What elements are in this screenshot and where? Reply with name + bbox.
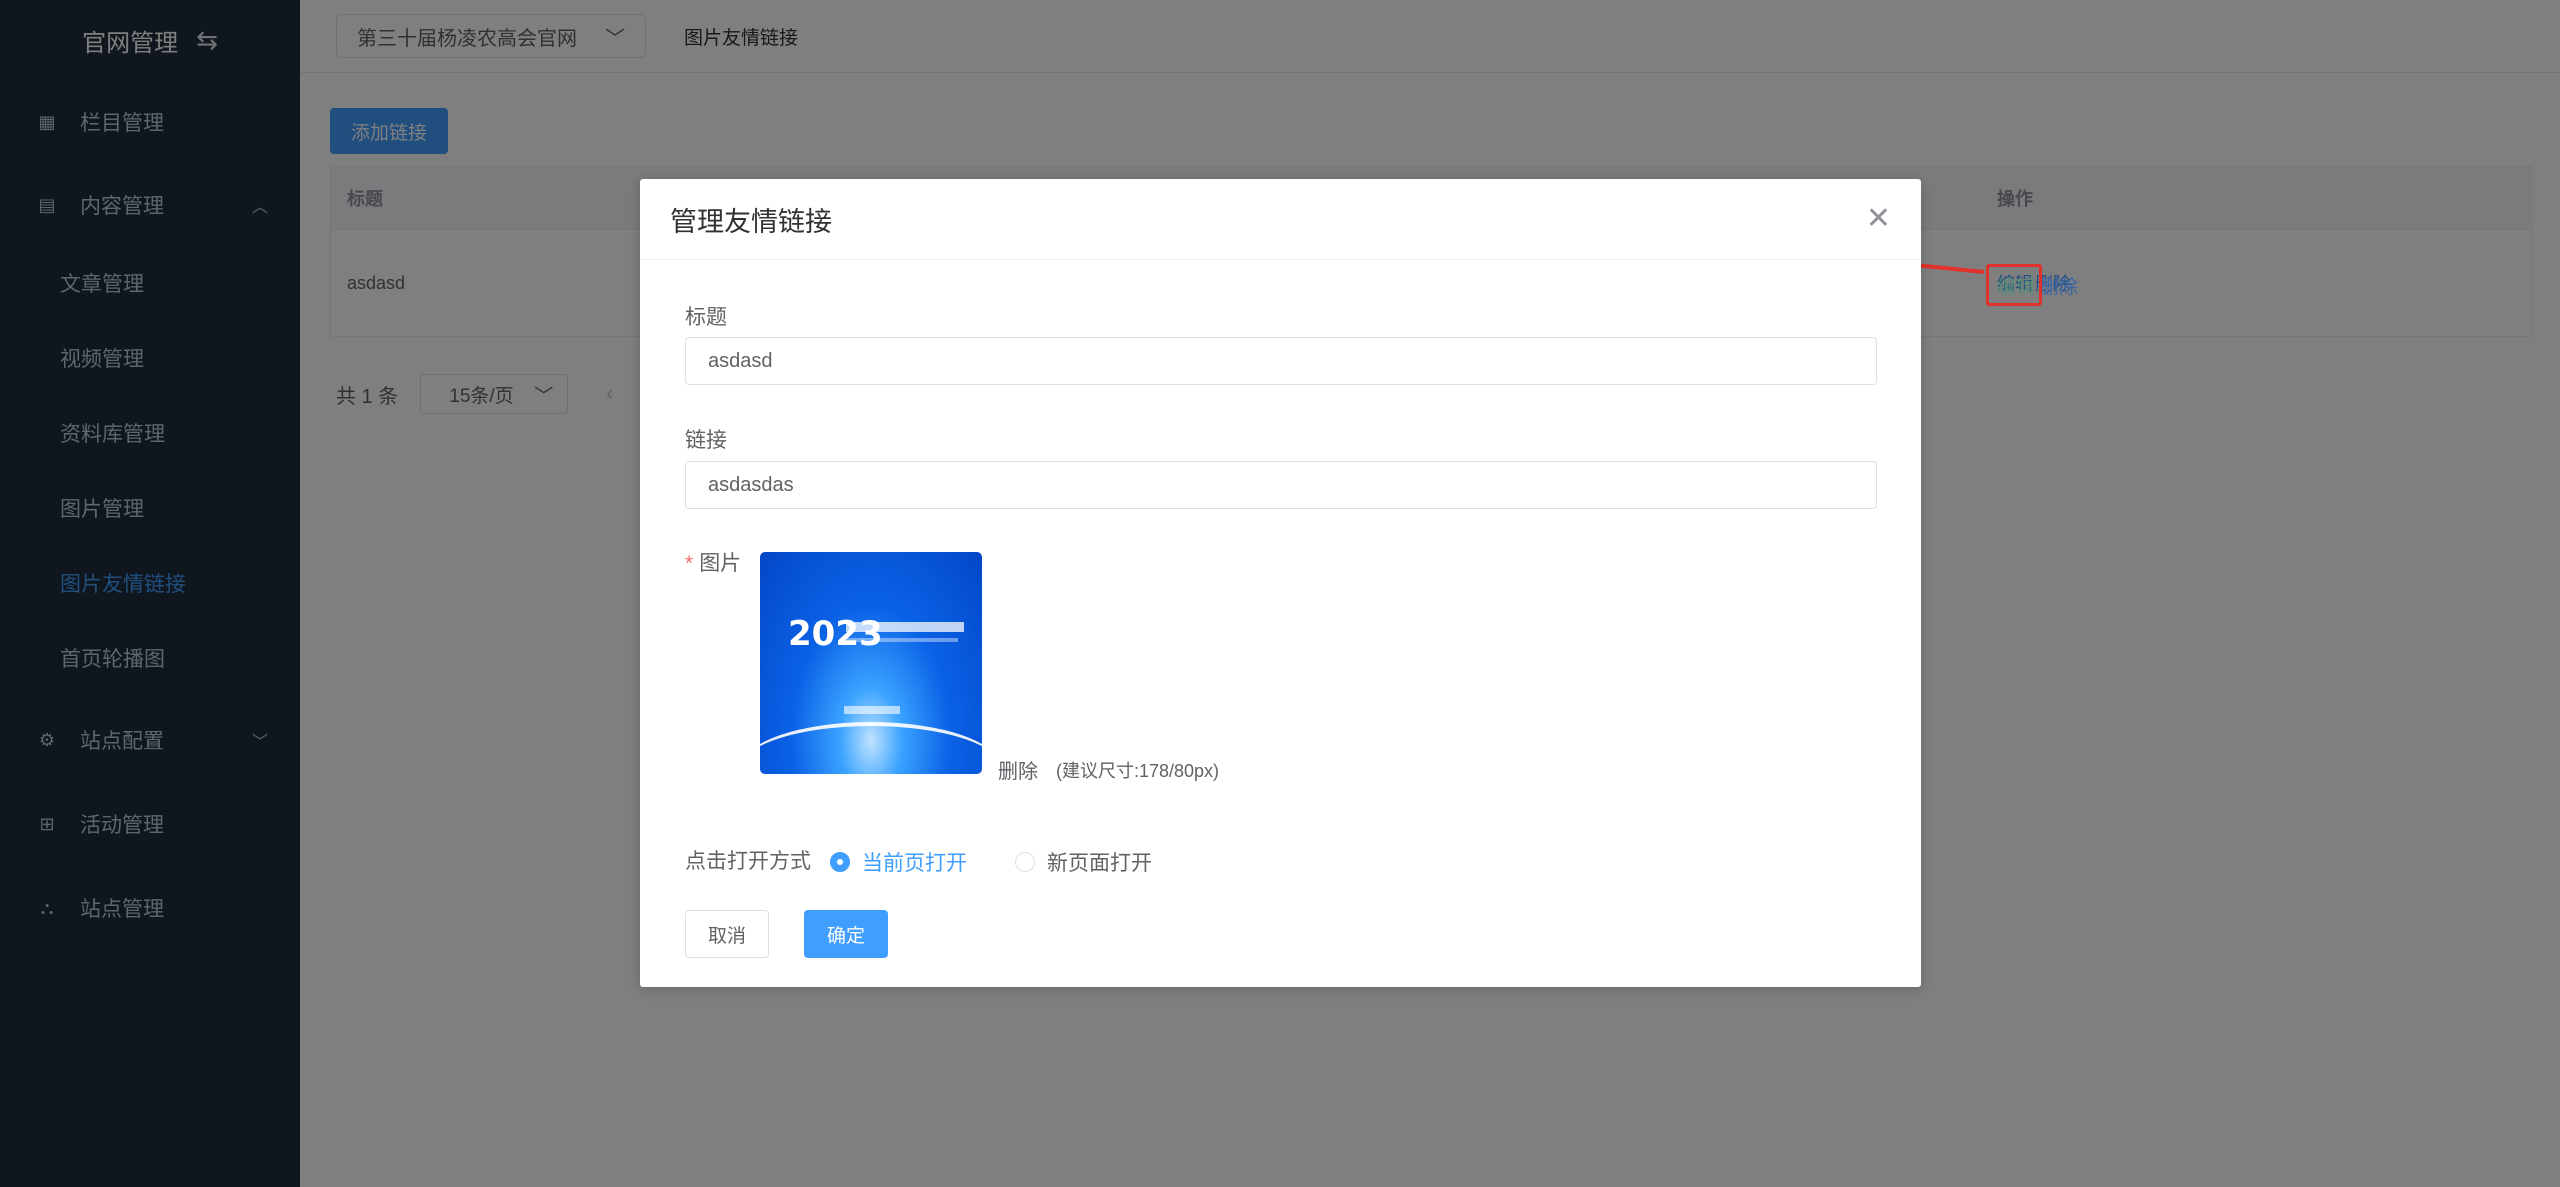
uploaded-image[interactable]: 2023 — [760, 552, 982, 774]
title-input[interactable]: asdasd — [685, 337, 1877, 385]
confirm-button[interactable]: 确定 — [804, 910, 888, 958]
cancel-button[interactable]: 取消 — [685, 910, 769, 958]
radio-new-label: 新页面打开 — [1047, 852, 1152, 875]
radio-new-page[interactable]: 新页面打开 — [1015, 847, 1152, 877]
radio-current-label: 当前页打开 — [862, 852, 967, 875]
delete-link-highlighted[interactable]: 删除 — [2040, 272, 2078, 299]
image-date-line — [844, 706, 900, 714]
image-delete-link[interactable]: 删除 — [998, 755, 1038, 784]
image-subtitle-line — [846, 638, 958, 642]
open-mode-label: 点击打开方式 — [685, 850, 811, 873]
image-size-tip: (建议尺寸:178/80px) — [1056, 761, 1220, 781]
image-label-text: 图片 — [699, 552, 742, 575]
link-label: 链接 — [685, 429, 727, 452]
link-input[interactable]: asdasdas — [685, 461, 1877, 509]
radio-current-page[interactable]: 当前页打开 — [830, 847, 967, 877]
manage-link-dialog: 管理友情链接 ✕ 标题 asdasd 链接 asdasdas * 图片 2023 … — [640, 179, 1921, 987]
annotation-box — [1986, 264, 2042, 306]
link-input-value: asdasdas — [708, 473, 794, 496]
radio-unchecked-icon — [1015, 852, 1035, 872]
title-label: 标题 — [685, 306, 727, 329]
image-title-line — [846, 622, 964, 632]
title-input-value: asdasd — [708, 349, 773, 372]
close-icon[interactable]: ✕ — [1866, 201, 1891, 236]
required-mark: * — [685, 552, 694, 575]
image-label: * 图片 — [685, 547, 741, 577]
radio-checked-icon — [830, 852, 850, 872]
image-arc — [760, 722, 982, 774]
image-year: 2023 — [788, 614, 883, 654]
dialog-header: 管理友情链接 ✕ — [640, 179, 1921, 260]
dialog-title: 管理友情链接 — [670, 206, 832, 237]
